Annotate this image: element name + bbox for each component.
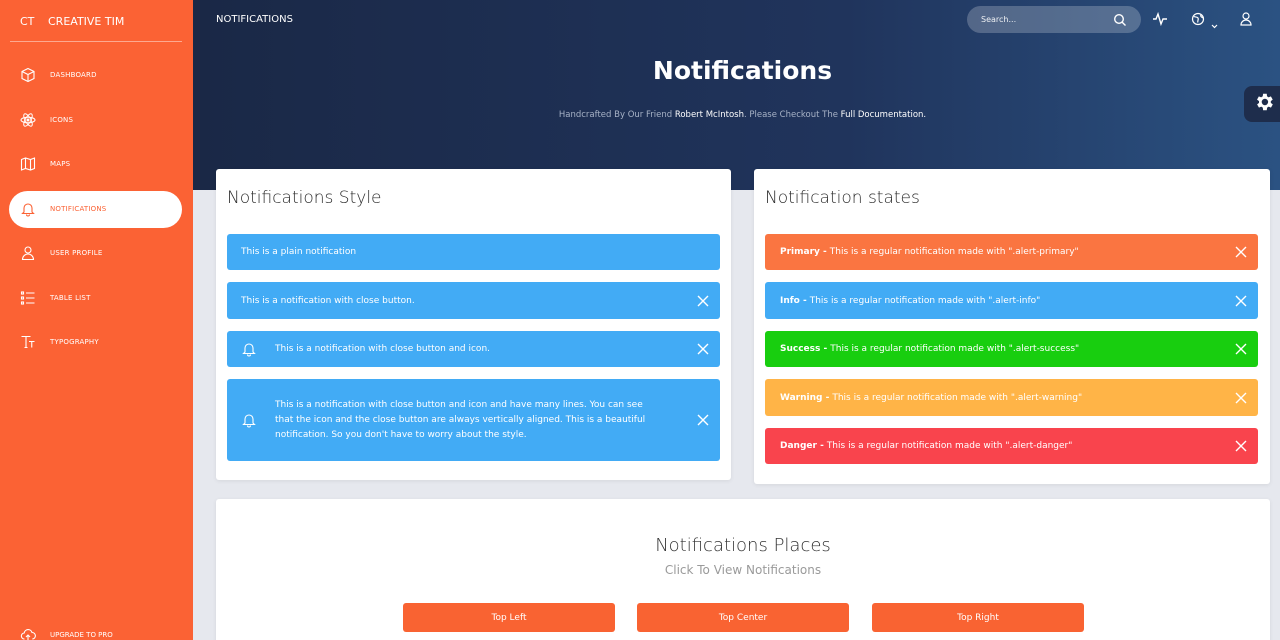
close-icon[interactable] bbox=[696, 342, 710, 356]
sidebar-nav: DASHBOARD ICONS MAPS NOTIFICATIONS USER … bbox=[0, 53, 193, 365]
map-icon bbox=[19, 155, 37, 173]
alert-text: This is a plain notification bbox=[241, 247, 357, 257]
sidebar-item-icons[interactable]: ICONS bbox=[0, 98, 193, 143]
search-icon[interactable] bbox=[1113, 12, 1127, 31]
header: NOTIFICATIONS Notifications Handcrafted … bbox=[193, 0, 1280, 190]
bell-icon bbox=[241, 341, 257, 357]
brand[interactable]: CT CREATIVE TIM bbox=[0, 0, 193, 42]
pulse-icon[interactable] bbox=[1152, 10, 1168, 32]
brand-mini-logo[interactable]: CT bbox=[20, 15, 48, 28]
sidebar-item-maps[interactable]: MAPS bbox=[0, 142, 193, 187]
close-icon[interactable] bbox=[696, 294, 710, 308]
cube-icon bbox=[19, 66, 37, 84]
alert-text: This is a regular notification made with… bbox=[809, 295, 1041, 306]
notifications-places-card: Notifications Places Click To View Notif… bbox=[216, 499, 1270, 640]
sidebar-item-label: DASHBOARD bbox=[50, 71, 97, 80]
sidebar-item-user-profile[interactable]: USER PROFILE bbox=[0, 231, 193, 276]
alert-warning: Warning - This is a regular notification… bbox=[765, 379, 1258, 416]
alert-success: Success - This is a regular notification… bbox=[765, 331, 1258, 367]
subtitle-text: Handcrafted By Our Friend bbox=[558, 110, 675, 120]
alert-text: This is a notification with close button… bbox=[241, 295, 415, 306]
alert-text: This is a notification with close button… bbox=[275, 399, 646, 440]
close-icon[interactable] bbox=[1234, 391, 1248, 405]
globe-icon[interactable] bbox=[1191, 10, 1207, 32]
card-title: Notifications Style bbox=[227, 188, 382, 208]
alert-info: Info - This is a regular notification ma… bbox=[765, 282, 1258, 319]
alert-text: This is a regular notification made with… bbox=[830, 344, 1080, 354]
alert-multiline: This is a notification with close button… bbox=[227, 379, 720, 461]
user-icon[interactable] bbox=[1239, 10, 1253, 32]
notification-states-card: Notification states Primary - This is a … bbox=[754, 169, 1270, 484]
cloud-icon bbox=[19, 626, 37, 640]
close-icon[interactable] bbox=[1234, 342, 1248, 356]
alert-label: Success - bbox=[780, 344, 828, 354]
alert-text: This is a regular notification made with… bbox=[829, 247, 1079, 257]
top-right-button[interactable]: Top Right bbox=[872, 603, 1084, 632]
sidebar-item-label: TYPOGRAPHY bbox=[50, 338, 99, 347]
page-subtitle: Handcrafted By Our Friend Robert McIntos… bbox=[193, 110, 1280, 120]
atom-icon bbox=[19, 111, 37, 129]
bell-icon bbox=[241, 412, 257, 428]
brand-divider bbox=[10, 41, 182, 42]
sidebar-item-label: NOTIFICATIONS bbox=[50, 205, 107, 213]
alert-with-icon: This is a notification with close button… bbox=[227, 331, 720, 367]
sidebar-item-label: ICONS bbox=[50, 115, 74, 124]
navbar-page-label[interactable]: NOTIFICATIONS bbox=[216, 14, 293, 25]
chevron-down-icon[interactable] bbox=[1211, 14, 1218, 33]
sidebar-item-label: TABLE LIST bbox=[50, 293, 91, 302]
sidebar-item-table-list[interactable]: TABLE LIST bbox=[0, 276, 193, 321]
alert-label: Info - bbox=[780, 295, 807, 306]
alert-with-close: This is a notification with close button… bbox=[227, 282, 720, 319]
alert-plain: This is a plain notification bbox=[227, 234, 720, 270]
alert-text: This is a regular notification made with… bbox=[826, 441, 1073, 451]
brand-name[interactable]: CREATIVE TIM bbox=[48, 15, 124, 28]
notifications-style-card: Notifications Style This is a plain noti… bbox=[216, 169, 731, 480]
sidebar-item-label: USER PROFILE bbox=[50, 249, 103, 258]
card-title: Notification states bbox=[765, 188, 920, 208]
upgrade-to-pro-link[interactable]: UPGRADE TO PRO bbox=[19, 626, 113, 640]
sidebar-item-dashboard[interactable]: DASHBOARD bbox=[0, 53, 193, 98]
alert-label: Primary - bbox=[780, 247, 827, 257]
documentation-link[interactable]: Full Documentation. bbox=[841, 110, 926, 120]
settings-button[interactable] bbox=[1244, 86, 1280, 122]
card-subtitle: Click To View Notifications bbox=[664, 563, 822, 577]
user-icon bbox=[19, 244, 37, 262]
sidebar-item-notifications[interactable]: NOTIFICATIONS bbox=[9, 190, 182, 228]
top-center-button[interactable]: Top Center bbox=[637, 603, 849, 632]
gear-icon bbox=[1253, 91, 1275, 117]
alert-text: This is a regular notification made with… bbox=[832, 392, 1083, 403]
upgrade-label: UPGRADE TO PRO bbox=[50, 631, 113, 639]
search-box[interactable] bbox=[967, 6, 1141, 33]
subtitle-text: . Please Checkout The bbox=[743, 110, 841, 120]
close-icon[interactable] bbox=[1234, 439, 1248, 453]
bell-icon bbox=[19, 200, 37, 218]
author-link[interactable]: Robert McIntosh bbox=[675, 110, 744, 120]
page-title: Notifications bbox=[652, 56, 833, 85]
list-icon bbox=[19, 289, 37, 307]
card-title: Notifications Places bbox=[655, 535, 831, 556]
sidebar-item-label: MAPS bbox=[50, 160, 71, 169]
top-left-button[interactable]: Top Left bbox=[403, 603, 615, 632]
alert-label: Danger - bbox=[780, 441, 824, 451]
close-icon[interactable] bbox=[1234, 294, 1248, 308]
close-icon[interactable] bbox=[1234, 245, 1248, 259]
sidebar: CT CREATIVE TIM DASHBOARD ICONS MAPS NOT… bbox=[0, 0, 193, 640]
close-icon[interactable] bbox=[696, 413, 710, 427]
sidebar-item-typography[interactable]: TYPOGRAPHY bbox=[0, 320, 193, 365]
alert-danger: Danger - This is a regular notification … bbox=[765, 428, 1258, 464]
search-input[interactable] bbox=[981, 15, 1106, 24]
alert-text: This is a notification with close button… bbox=[275, 344, 491, 354]
alert-label: Warning - bbox=[780, 392, 830, 403]
text-icon bbox=[19, 333, 37, 351]
alert-primary: Primary - This is a regular notification… bbox=[765, 234, 1258, 270]
